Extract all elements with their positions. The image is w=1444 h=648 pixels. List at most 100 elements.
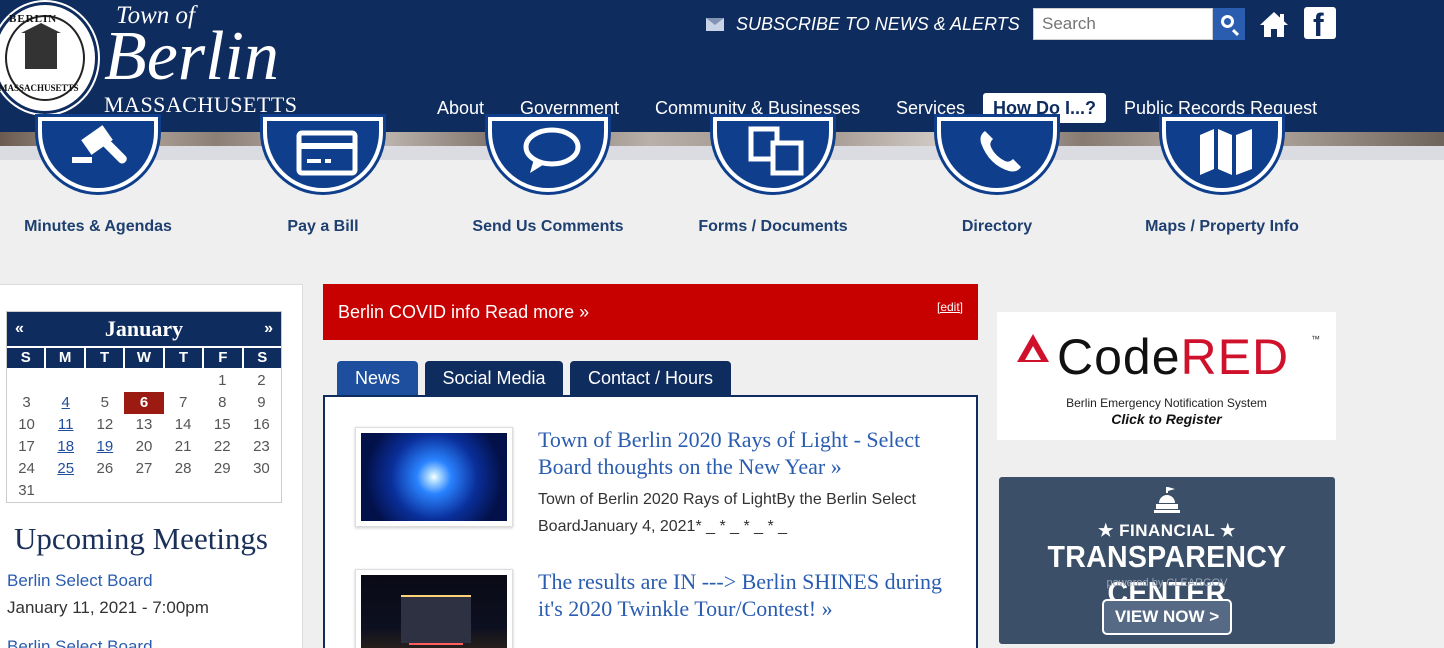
calendar-prev-button[interactable]: « [15,320,24,338]
quick-link-pay-bill[interactable]: Pay a Bill [223,117,423,242]
quick-link-circle [1162,117,1282,192]
calendar-day: 15 [213,416,231,433]
news-panel: Town of Berlin 2020 Rays of Light - Sele… [323,395,978,648]
codered-subtitle: Berlin Emergency Notification System [1066,396,1267,410]
quick-link-label: Directory [961,218,1033,235]
calendar-day[interactable]: 19 [85,436,124,458]
tab-social-media[interactable]: Social Media [425,361,563,396]
quick-link-label: Send Us Comments [472,218,624,235]
codered-banner[interactable]: CodeRED ™ Berlin Emergency Notification … [997,312,1336,440]
calendar-weekday: W [125,348,163,368]
calendar-day: 5 [100,394,110,411]
calendar-day: 6 [124,392,164,414]
documents-icon [748,126,804,176]
calendar-empty-cell [124,480,163,502]
calendar-weekday: T [85,348,124,368]
quick-link-label: Forms / Documents [698,218,848,235]
town-seal-logo[interactable]: BERLIN MASSACHUSETTS [0,2,98,114]
calendar-empty-cell [46,370,85,392]
codered-register-text: Click to Register [1111,411,1222,427]
calendar-day: 13 [135,416,153,433]
calendar-day: 10 [18,416,35,433]
quick-link-label: Maps / Property Info [1145,218,1299,235]
news-thumbnail[interactable] [355,569,513,648]
calendar-day: 16 [253,416,270,433]
subscribe-label: SUBSCRIBE TO NEWS & ALERTS [736,13,1020,34]
calendar-weekday: S [7,348,45,368]
quick-link-maps-property[interactable]: Maps / Property Info [1122,117,1322,242]
light-burst-image [361,433,507,521]
calendar-widget: « January » S M T W T F S 1 2 3 4 5 6 7 8 9 10 11 1… [6,311,282,503]
town-name[interactable]: Berlin [104,22,279,92]
quick-link-circle [38,117,158,192]
calendar-day: 26 [96,460,114,477]
calendar-day: 21 [174,438,192,455]
calendar-day: 29 [213,460,231,477]
tab-contact-hours[interactable]: Contact / Hours [570,361,731,396]
state-label: MASSACHUSETTS [104,92,298,117]
meeting-time: January 11, 2021 - 7:00pm [7,598,209,617]
calendar-day[interactable]: 4 [46,392,85,414]
lit-house-image [361,575,507,648]
news-title[interactable]: The results are IN ---> Berlin SHINES du… [538,568,958,622]
calendar-day[interactable]: 18 [46,436,85,458]
quick-link-minutes-agendas[interactable]: Minutes & Agendas [0,117,198,242]
seal-building-icon [21,23,61,69]
calendar-weekday: F [204,348,242,368]
calendar-empty-cell [7,370,46,392]
nav-about[interactable]: About [437,93,484,123]
codered-logo-icon [1017,334,1049,362]
codered-wordmark-code: Code [1057,329,1181,385]
facebook-button[interactable]: f [1304,7,1336,43]
calendar-day: 14 [174,416,192,433]
calendar-day: 31 [18,482,35,499]
calendar-day: 12 [96,416,114,433]
calendar-day: 24 [18,460,35,477]
meeting-link[interactable]: Berlin Select Board [7,571,153,591]
gavel-icon [72,125,127,164]
meeting-link[interactable]: Berlin Select Board [7,637,153,648]
calendar-grid: 1 2 3 4 5 6 7 8 9 10 11 12 13 14 15 16 17 18 19 20 21 22 23 24 2… [7,370,281,502]
envelope-icon [706,17,724,31]
calendar-empty-cell [85,480,124,502]
calendar-day: 9 [257,394,266,411]
codered-trademark: ™ [1311,334,1320,344]
quick-link-send-comments[interactable]: Send Us Comments [448,117,648,242]
quick-link-circle [937,117,1057,192]
news-thumbnail[interactable] [355,427,513,527]
powered-by-label: powered by CLEARGOV [1106,577,1228,589]
calendar-day: 3 [22,394,31,411]
upcoming-meetings-title: Upcoming Meetings [14,521,268,556]
view-now-button[interactable]: VIEW NOW > [1102,599,1232,635]
site-header: BERLIN MASSACHUSETTS Town of Berlin MASS… [0,0,1444,132]
news-summary: Town of Berlin 2020 Rays of LightBy the … [538,491,916,535]
news-title[interactable]: Town of Berlin 2020 Rays of Light - Sele… [538,426,958,480]
quick-link-forms-documents[interactable]: Forms / Documents [673,117,873,242]
calendar-header: « January » [7,312,281,346]
calendar-day[interactable]: 11 [46,414,85,436]
covid-alert-link[interactable]: Berlin COVID info Read more » [338,302,589,323]
calendar-day: 2 [257,372,266,389]
calendar-empty-cell [85,370,124,392]
calendar-empty-cell [242,480,281,502]
calendar-next-button[interactable]: » [264,320,273,338]
calendar-weekdays: S M T W T F S [7,346,281,370]
calendar-day: 23 [253,438,270,455]
calendar-empty-cell [164,480,203,502]
tab-news[interactable]: News [337,361,418,396]
financial-transparency-banner[interactable]: ★ FINANCIAL ★ TRANSPARENCY CENTER powere… [999,477,1335,644]
search-input[interactable] [1033,8,1213,40]
home-button[interactable] [1256,8,1292,40]
calendar-day: 17 [18,438,35,455]
search-button[interactable] [1213,8,1245,40]
alert-edit-link[interactable]: [edit] [937,300,963,314]
subscribe-link[interactable]: SUBSCRIBE TO NEWS & ALERTS [706,12,1020,36]
calendar-empty-cell [124,370,163,392]
calendar-day: 27 [135,460,153,477]
facebook-icon: f [1313,7,1324,43]
calendar-weekday: S [243,348,281,368]
capitol-dome-icon [1154,487,1180,513]
quick-link-circle [263,117,383,192]
quick-link-directory[interactable]: Directory [897,117,1097,242]
calendar-day[interactable]: 25 [46,458,85,480]
